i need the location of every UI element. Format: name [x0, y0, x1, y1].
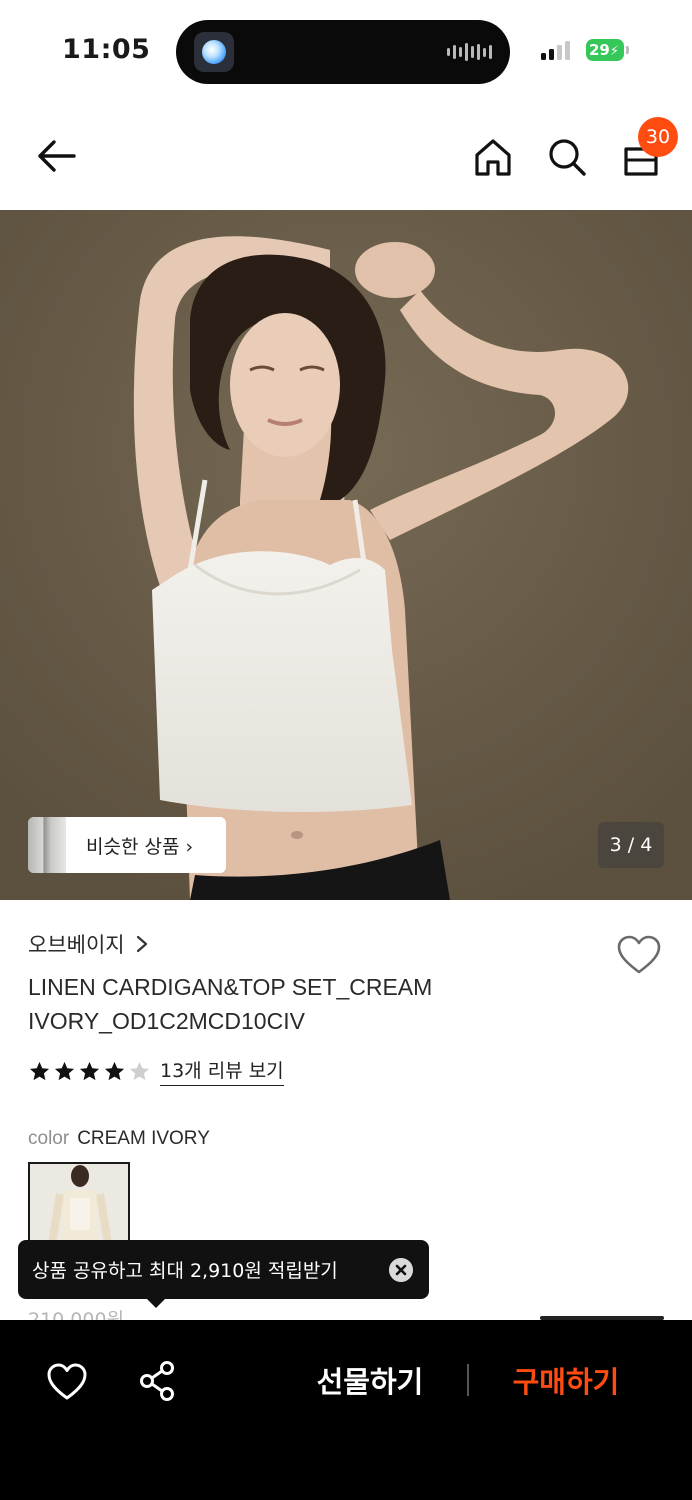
color-swatch-cream-ivory[interactable] — [28, 1162, 130, 1248]
similar-products-label: 비슷한 상품 › — [86, 836, 194, 858]
swatch-thumbnail — [30, 1164, 128, 1246]
battery-cap — [626, 46, 629, 54]
reviews-link[interactable]: 13개 리뷰 보기 — [160, 1056, 284, 1086]
product-title-line-1: LINEN CARDIGAN&TOP SET_CREAM — [28, 974, 433, 1000]
chevron-right-icon: › — [185, 836, 194, 858]
product-title-line-2: IVORY_OD1C2MCD10CIV — [28, 1008, 305, 1034]
search-icon[interactable] — [546, 136, 588, 178]
star-filled-icon — [54, 1061, 75, 1080]
bottom-action-bar: 선물하기 구매하기 — [0, 1320, 692, 1500]
like-heart-icon[interactable] — [46, 1362, 88, 1402]
cellular-signal-icon — [541, 40, 570, 60]
share-reward-toast: 상품 공유하고 최대 2,910원 적립받기 — [18, 1240, 429, 1299]
product-photo — [0, 210, 692, 900]
image-page-counter: 3 / 4 — [598, 822, 664, 868]
wishlist-heart-icon[interactable] — [616, 934, 662, 976]
star-rating — [28, 1060, 151, 1083]
color-option-row: color CREAM IVORY — [28, 1128, 210, 1150]
now-playing-app-icon — [194, 32, 234, 72]
star-filled-icon — [104, 1061, 125, 1080]
battery-level: 29 — [589, 41, 610, 59]
star-filled-icon — [29, 1061, 50, 1080]
battery-indicator: 29⚡ — [586, 39, 624, 61]
status-time: 11:05 — [62, 34, 151, 65]
dynamic-island — [176, 20, 510, 84]
star-filled-icon — [79, 1061, 100, 1080]
cart-count-badge: 30 — [638, 117, 678, 157]
chevron-right-icon — [136, 935, 147, 953]
similar-products-button[interactable]: 비슷한 상품 › — [28, 817, 226, 873]
close-icon[interactable] — [389, 1258, 413, 1282]
product-title: LINEN CARDIGAN&TOP SET_CREAM IVORY_OD1C2… — [28, 970, 498, 1038]
status-bar: 11:05 29⚡ — [0, 0, 692, 100]
rating-row: 13개 리뷰 보기 — [28, 1056, 284, 1086]
toast-pointer — [146, 1298, 166, 1308]
brand-link[interactable]: 오브베이지 — [28, 929, 149, 959]
color-option-value: CREAM IVORY — [77, 1128, 210, 1149]
top-nav-bar — [0, 100, 692, 210]
similar-product-thumbnail — [28, 817, 66, 873]
home-icon[interactable] — [472, 136, 514, 178]
share-reward-toast-text: 상품 공유하고 최대 2,910원 적립받기 — [32, 1260, 338, 1282]
product-image-carousel[interactable]: 비슷한 상품 › 3 / 4 — [0, 210, 692, 900]
share-icon[interactable] — [138, 1360, 178, 1402]
brand-name: 오브베이지 — [28, 933, 125, 957]
buy-button[interactable]: 구매하기 — [496, 1358, 636, 1406]
bottom-bar-divider — [467, 1364, 469, 1396]
price-peek: 210,000원 — [28, 1309, 125, 1321]
gift-button[interactable]: 선물하기 — [300, 1358, 440, 1406]
audio-waveform-icon — [447, 42, 492, 62]
star-empty-icon — [129, 1061, 150, 1080]
charging-bolt-icon: ⚡ — [609, 44, 620, 59]
color-option-key: color — [28, 1128, 70, 1149]
back-arrow-icon[interactable] — [34, 136, 78, 176]
